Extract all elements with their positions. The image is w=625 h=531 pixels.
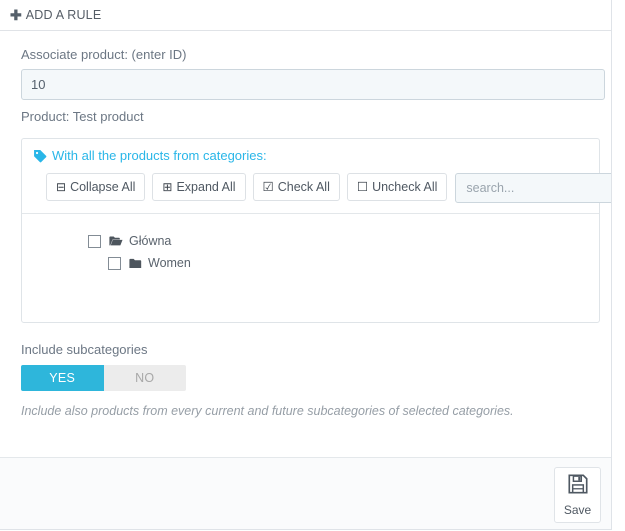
include-subcategories-label: Include subcategories — [21, 342, 148, 357]
plus-square-icon: ⊞ — [162, 180, 173, 194]
panel-header: ✚ ADD A RULE — [0, 0, 611, 31]
categories-header: With all the products from categories: ⊟… — [22, 139, 611, 214]
toggle-no-option[interactable]: NO — [103, 365, 186, 391]
categories-title-row: With all the products from categories: — [33, 148, 588, 163]
category-search-input[interactable] — [455, 173, 611, 203]
page-title: ADD A RULE — [25, 8, 102, 22]
categories-toolbar: ⊟ Collapse All ⊞ Expand All ☑ Check All … — [33, 173, 611, 203]
uncheck-all-button[interactable]: ☐ Uncheck All — [346, 173, 448, 201]
associate-product-label: Associate product: (enter ID) — [21, 47, 187, 62]
folder-open-icon — [109, 235, 123, 247]
minus-square-icon: ⊟ — [56, 180, 67, 194]
tree-item-label: Główna — [129, 234, 172, 248]
categories-title: With all the products from categories: — [52, 148, 267, 163]
include-subcategories-toggle[interactable]: YES NO — [21, 365, 186, 391]
collapse-all-button[interactable]: ⊟ Collapse All — [46, 173, 146, 201]
tree-item[interactable]: Women — [22, 252, 599, 274]
tree-item[interactable]: Główna — [22, 230, 599, 252]
product-name-note: Product: Test product — [21, 109, 144, 124]
plus-icon: ✚ — [10, 6, 22, 23]
product-id-input[interactable] — [21, 69, 605, 100]
include-subcategories-help: Include also products from every current… — [21, 404, 514, 418]
floppy-disk-icon — [567, 473, 589, 500]
tag-icon — [33, 149, 47, 163]
panel-footer: Save — [0, 457, 611, 529]
uncheck-all-label: Uncheck All — [372, 180, 438, 194]
category-checkbox[interactable] — [88, 234, 101, 248]
collapse-all-label: Collapse All — [70, 180, 136, 194]
empty-box-icon: ☐ — [356, 179, 369, 194]
category-checkbox[interactable] — [108, 256, 121, 270]
check-all-button[interactable]: ☑ Check All — [252, 173, 340, 201]
checked-box-icon: ☑ — [262, 179, 274, 194]
panel-body: Associate product: (enter ID) Product: T… — [0, 31, 611, 418]
check-all-label: Check All — [277, 180, 330, 194]
folder-closed-icon — [129, 258, 142, 269]
toggle-yes-option[interactable]: YES — [21, 365, 104, 391]
add-rule-panel: ✚ ADD A RULE Associate product: (enter I… — [0, 0, 612, 530]
expand-all-label: Expand All — [176, 180, 236, 194]
save-button-label: Save — [563, 503, 592, 517]
expand-all-button[interactable]: ⊞ Expand All — [152, 173, 246, 201]
category-tree: Główna Women — [22, 214, 599, 322]
categories-box: With all the products from categories: ⊟… — [21, 138, 611, 323]
tree-item-label: Women — [148, 256, 191, 270]
save-button[interactable]: Save — [554, 467, 601, 523]
